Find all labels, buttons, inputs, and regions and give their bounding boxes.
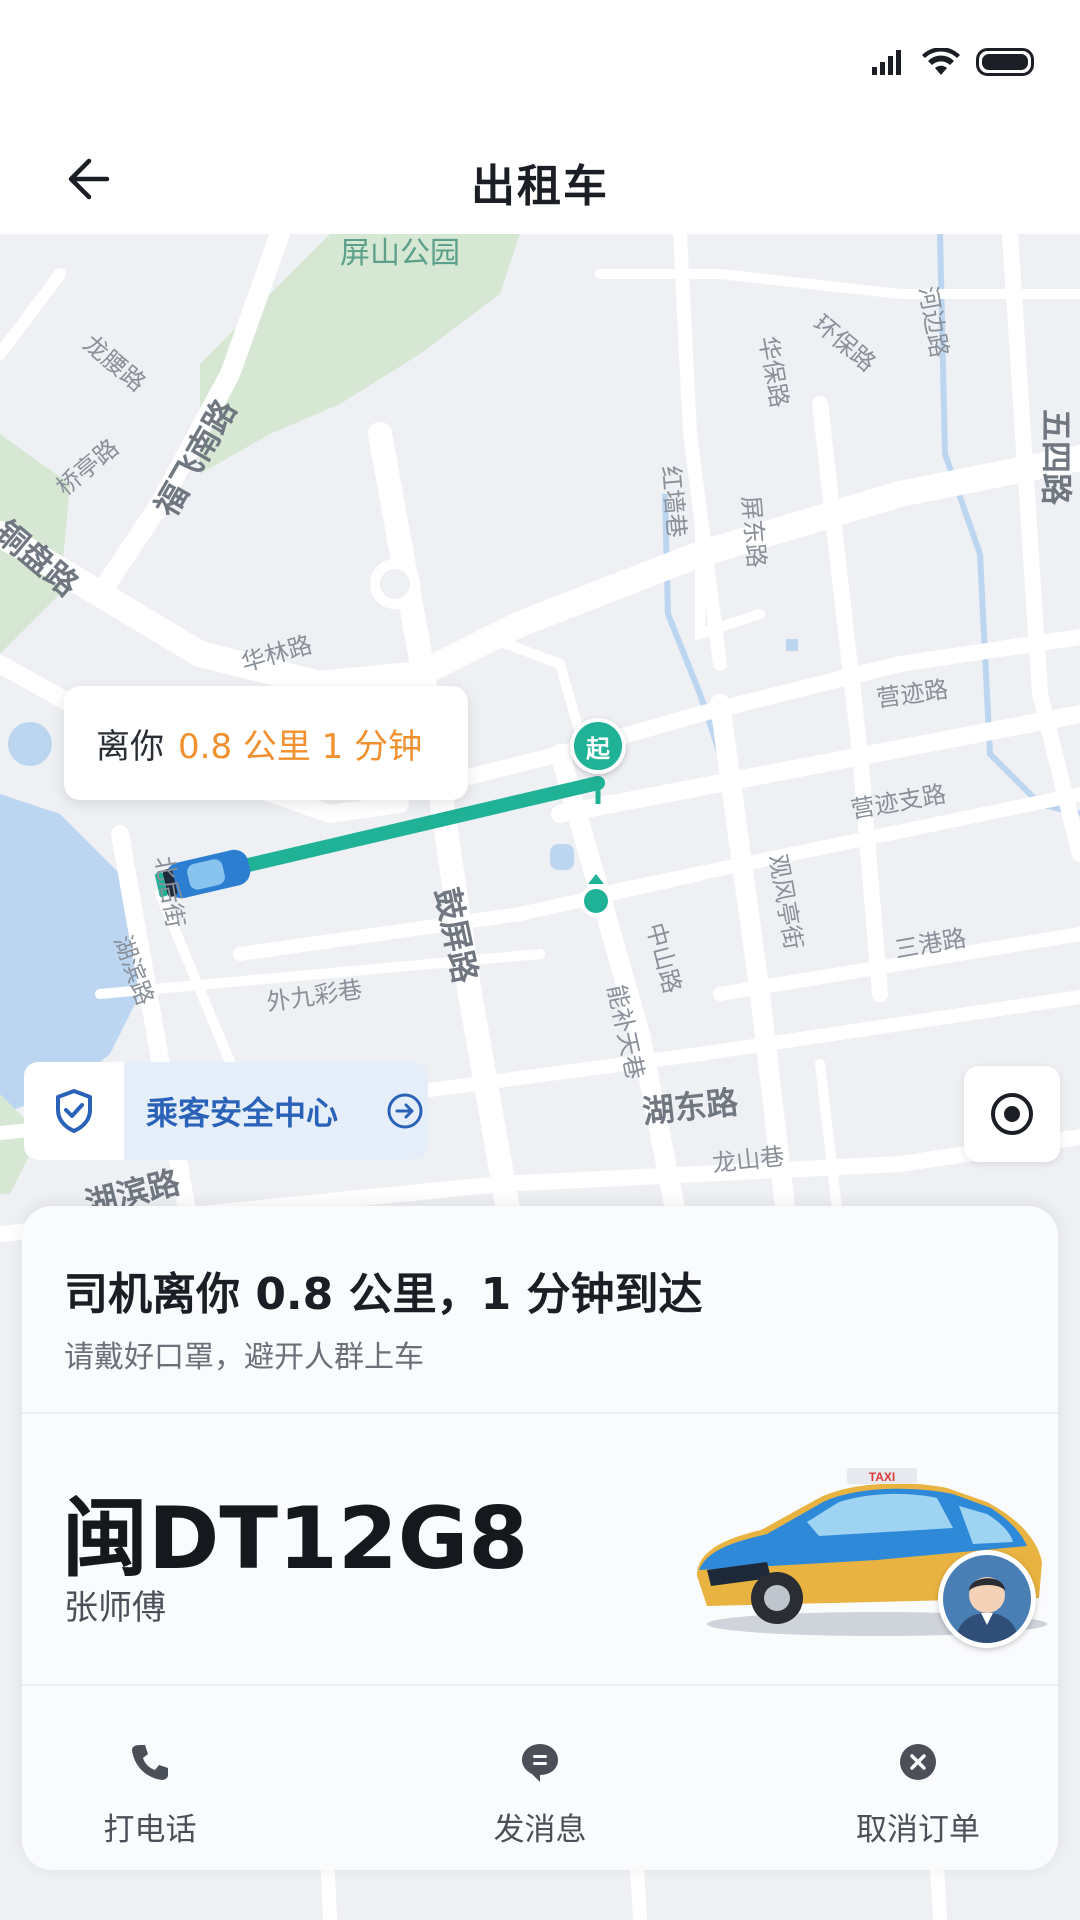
map-label-park: 屏山公园 (340, 236, 460, 271)
status-bar (0, 0, 1080, 120)
wifi-icon (922, 48, 960, 75)
trip-info-card: 司机离你 0.8 公里，1 分钟到达 请戴好口罩，避开人群上车 闽DT12G8 … (22, 1206, 1058, 1870)
taxi-sign-text: TAXI (869, 1470, 895, 1484)
locate-icon (991, 1093, 1033, 1135)
cancel-icon (900, 1744, 936, 1780)
map-label-pingdong: 屏东路 (736, 494, 771, 569)
driver-avatar[interactable] (938, 1550, 1036, 1648)
page-title: 出租车 (471, 161, 609, 212)
distance-tip-value: 0.8 公里 1 分钟 (178, 726, 423, 767)
distance-tip-prefix: 离你 (96, 726, 164, 767)
locate-button[interactable] (964, 1066, 1060, 1162)
mask-hint: 请戴好口罩，避开人群上车 (64, 1340, 424, 1375)
safety-center-label: 乘客安全中心 (146, 1094, 339, 1132)
driver-name: 张师傅 (64, 1588, 166, 1628)
battery-icon (976, 48, 1034, 76)
cancel-order-label: 取消订单 (856, 1812, 980, 1848)
distance-tip: 离你 0.8 公里 1 分钟 (64, 686, 468, 800)
top-navigation: 出租车 (0, 120, 1080, 234)
safety-center-button[interactable]: 乘客安全中心 (24, 1062, 428, 1160)
message-label: 发消息 (493, 1812, 587, 1848)
map-label-wusi: 五四路 (1037, 408, 1076, 506)
cancel-order-button[interactable]: 取消订单 (818, 1686, 1018, 1870)
message-icon (522, 1744, 558, 1782)
start-marker: 起 (570, 718, 626, 774)
signal-icon (872, 50, 901, 75)
shield-icon (56, 1089, 92, 1133)
message-button[interactable]: 发消息 (440, 1686, 640, 1870)
driver-avatar-image (943, 1555, 1031, 1643)
action-bar: 打电话 发消息 取消订单 (22, 1686, 1058, 1870)
license-plate: 闽DT12G8 (62, 1489, 529, 1589)
map-label-hongqiang: 红墙巷 (656, 464, 691, 539)
eta-text: 司机离你 0.8 公里，1 分钟到达 (64, 1269, 703, 1320)
phone-icon (132, 1745, 168, 1780)
arrow-right-circle-icon (387, 1093, 423, 1129)
divider (22, 1412, 1058, 1414)
map-label-longshan: 龙山巷 (710, 1142, 786, 1178)
call-button[interactable]: 打电话 (50, 1686, 250, 1870)
call-label: 打电话 (103, 1812, 197, 1848)
